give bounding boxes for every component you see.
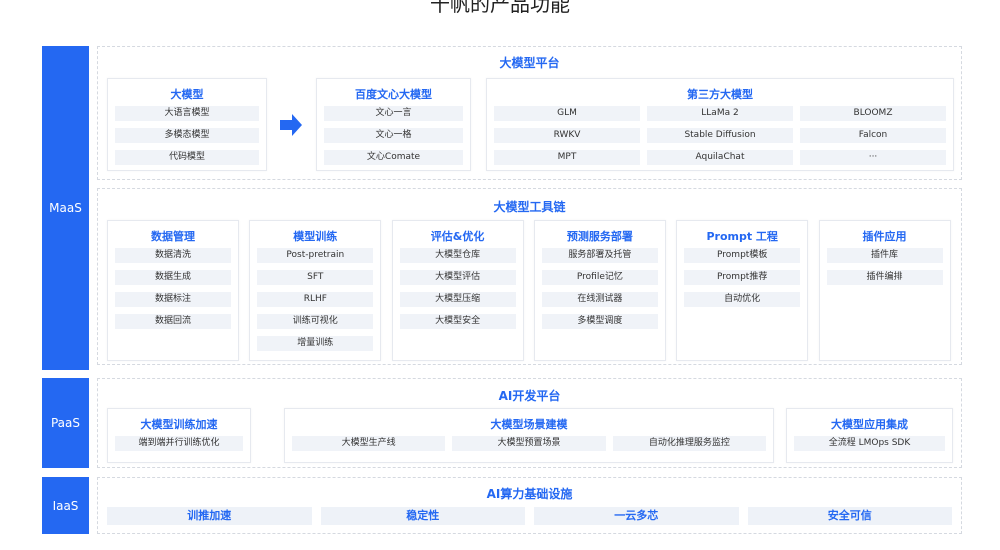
list-item: 大模型评估 (399, 270, 516, 285)
list-item: RWKV (494, 128, 640, 143)
list-item: Falcon (800, 128, 946, 143)
list-item: 数据清洗 (115, 248, 231, 263)
list-item: GLM (494, 106, 640, 121)
list-item: 大语言模型 (115, 106, 259, 121)
card-title: 大模型 (170, 88, 204, 101)
toolchain-column-card: 模型训练 Post-pretrain SFT RLHF 训练可视化增量训练 (249, 220, 382, 361)
section-title: AI开发平台 (498, 389, 561, 403)
list-item: 增量训练 (257, 336, 374, 351)
toolchain-section: 大模型工具链 数据管理数据清洗数据生成数据标注数据回流 模型训练 Post-pret… (97, 188, 962, 365)
card-title: 模型训练 (293, 230, 338, 243)
list-item: 插件编排 (826, 270, 943, 285)
list-item: 数据生成 (115, 270, 231, 285)
ai-infra-section: AI算力基础设施 训推加速 稳定性 一云多芯 安全可信 (97, 477, 962, 534)
app-integration-card: 大模型应用集成 全流程 LMOps SDK (786, 408, 953, 463)
ai-dev-platform-section: AI开发平台 大模型训练加速 端到端并行训练优化 大模型场景建模 大模型生产线 … (97, 378, 962, 468)
list-item: 安全可信 (747, 507, 952, 525)
list-item: 插件库 (826, 248, 943, 263)
list-item: 代码模型 (115, 150, 259, 165)
card-title: 百度文心大模型 (355, 88, 432, 101)
toolchain-column-card: 评估&优化大模型仓库大模型评估大模型压缩大模型安全 (391, 220, 524, 361)
list-item: SFT (257, 270, 374, 285)
third-party-model-card: 第三方大模型 GLM LLaMa 2 BLOOMZ RWKV Stable Di… (486, 78, 954, 171)
list-item: 多模型调度 (541, 314, 658, 329)
list-item: 文心Comate (324, 150, 463, 165)
section-title: 大模型平台 (499, 56, 560, 70)
list-item: AquilaChat (647, 150, 793, 165)
list-item: Post-pretrain (257, 248, 374, 263)
list-item: Prompt模板 (684, 248, 801, 263)
list-item: 训推加速 (107, 507, 312, 525)
arrow-right-icon (280, 114, 302, 136)
baidu-model-card: 百度文心大模型 文心一言 文心一格 文心Comate (316, 78, 471, 171)
toolchain-column-card: 预测服务部署服务部署及托管 Profile记忆 在线测试器多模型调度 (533, 220, 666, 361)
card-title: 第三方大模型 (687, 88, 753, 101)
layer-maas: MaaS (42, 46, 89, 370)
layer-label: IaaS (52, 498, 79, 513)
toolchain-column-card: Prompt 工程 Prompt模板 Prompt推荐 自动优化 (676, 220, 809, 361)
layer-label: MaaS (49, 201, 82, 215)
list-item: 自动优化 (684, 292, 801, 307)
section-title: AI算力基础设施 (486, 487, 573, 501)
page-title: 千帆的产品功能 (430, 0, 570, 16)
list-item: 大模型仓库 (399, 248, 516, 263)
card-title: 大模型场景建模 (490, 418, 568, 431)
card-title: 预测服务部署 (566, 230, 633, 243)
card-title: 数据管理 (151, 230, 195, 243)
card-title: 插件应用 (862, 230, 907, 243)
card-title: 大模型训练加速 (140, 418, 218, 431)
card-title: 大模型应用集成 (831, 418, 908, 431)
card-title: Prompt 工程 (706, 230, 778, 243)
list-item: Profile记忆 (541, 270, 658, 285)
list-item: 全流程 LMOps SDK (794, 436, 945, 451)
list-item: MPT (494, 150, 640, 165)
toolchain-column-card: 数据管理数据清洗数据生成数据标注数据回流 (107, 220, 239, 361)
list-item: ··· (800, 150, 946, 165)
toolchain-column-card: 插件应用插件库插件编排 (818, 220, 951, 361)
card-title: 评估&优化 (430, 230, 485, 243)
list-item: 文心一格 (324, 128, 463, 143)
layer-label: PaaS (50, 416, 81, 430)
list-item: 训练可视化 (257, 314, 374, 329)
list-item: 大模型生产线 (292, 436, 446, 451)
model-platform-section: 大模型平台 大模型 大语言模型 多模态模型 代码模型 百度文心大模型 文心一言 … (97, 46, 962, 180)
list-item: 数据标注 (115, 292, 231, 307)
section-title: 大模型工具链 (493, 200, 566, 214)
layer-paas: PaaS (42, 378, 89, 468)
list-item: 在线测试器 (541, 292, 658, 307)
big-model-card: 大模型 大语言模型 多模态模型 代码模型 (107, 78, 267, 171)
list-item: 大模型安全 (399, 314, 516, 329)
list-item: 服务部署及托管 (541, 248, 658, 263)
list-item: 数据回流 (115, 314, 231, 329)
list-item: 大模型预置场景 (452, 436, 606, 451)
list-item: 稳定性 (320, 507, 525, 525)
list-item: 文心一言 (324, 106, 463, 121)
list-item: LLaMa 2 (647, 106, 793, 121)
list-item: Stable Diffusion (647, 128, 793, 143)
scene-modeling-card: 大模型场景建模 大模型生产线 大模型预置场景 自动化推理服务监控 (284, 408, 774, 463)
list-item: 一云多芯 (534, 507, 739, 525)
list-item: 端到端并行训练优化 (115, 436, 243, 451)
layer-iaas: IaaS (42, 477, 89, 534)
list-item: 自动化推理服务监控 (612, 436, 766, 451)
training-accel-card: 大模型训练加速 端到端并行训练优化 (107, 408, 251, 463)
list-item: BLOOMZ (800, 106, 946, 121)
list-item: 多模态模型 (115, 128, 259, 143)
list-item: RLHF (257, 292, 374, 307)
list-item: Prompt推荐 (684, 270, 801, 285)
list-item: 大模型压缩 (399, 292, 516, 307)
